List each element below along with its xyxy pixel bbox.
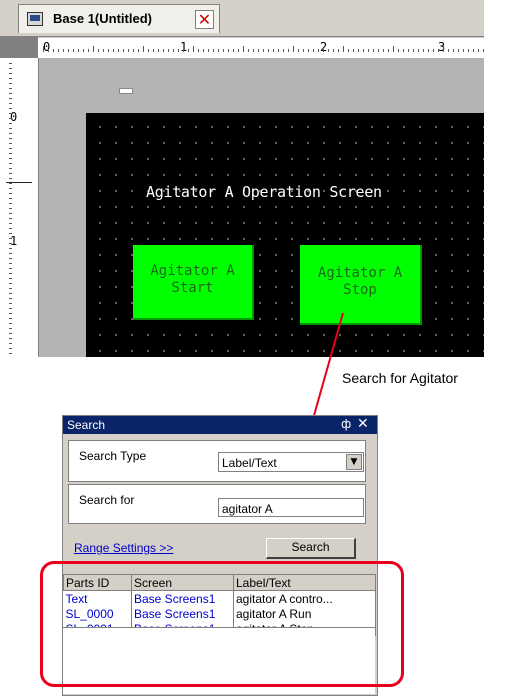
search-for-label: Search for [79,493,135,507]
search-type-label: Search Type [79,449,147,463]
search-type-group: Search Type Label/Text ▼ [68,440,366,482]
close-icon[interactable]: ✕ [357,416,369,432]
search-for-group: Search for agitator A [68,484,366,524]
search-for-input[interactable]: agitator A [218,498,364,517]
search-type-select[interactable]: Label/Text [218,452,364,472]
chevron-down-icon[interactable]: ▼ [346,454,362,470]
results-highlight [40,561,404,687]
search-panel-titlebar: Search ф ✕ [63,416,377,434]
search-button[interactable]: Search [266,538,356,559]
panel-title: Search [67,418,106,432]
search-type-value: Label/Text [222,456,277,470]
pin-icon[interactable]: ф [341,417,351,431]
range-settings-link[interactable]: Range Settings >> [74,541,173,555]
